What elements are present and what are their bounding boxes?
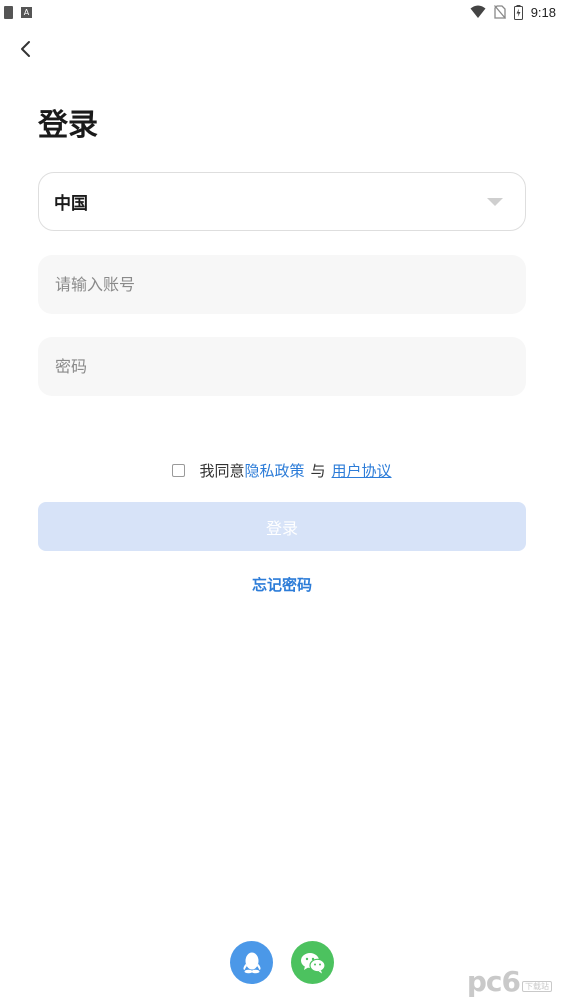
forgot-password-link[interactable]: 忘记密码 (0, 574, 564, 595)
no-sim-icon (493, 5, 506, 19)
back-button[interactable] (14, 36, 42, 64)
password-field[interactable] (38, 337, 526, 396)
agreement-row: 我同意 隐私政策 与 用户协议 (0, 460, 564, 481)
account-input[interactable] (53, 274, 511, 295)
status-bar: A 9:18 (0, 0, 564, 24)
wechat-icon (300, 952, 326, 973)
wechat-login-button[interactable] (291, 941, 334, 984)
login-button[interactable]: 登录 (38, 502, 526, 551)
watermark-logo: pc6 (466, 965, 521, 998)
country-select[interactable]: 中国 (38, 172, 526, 231)
password-input[interactable] (53, 356, 511, 377)
wifi-icon (470, 5, 486, 18)
chevron-left-icon (21, 41, 30, 57)
caret-down-icon (487, 197, 503, 206)
watermark: pc6 下载站 (467, 968, 552, 996)
agreement-checkbox[interactable] (172, 464, 186, 477)
qq-login-button[interactable] (230, 941, 273, 984)
page-title: 登录 (38, 108, 98, 143)
a-letter-icon: A (21, 6, 32, 18)
battery-charging-icon (513, 4, 523, 20)
status-time: 9:18 (530, 4, 556, 20)
status-system: 9:18 (470, 4, 556, 20)
document-icon (4, 5, 13, 19)
status-notifications: A (4, 5, 32, 19)
privacy-policy-link[interactable]: 隐私政策 (244, 460, 304, 481)
qq-penguin-icon (242, 952, 261, 973)
agreement-prefix: 我同意 (199, 462, 245, 480)
country-selected-label: 中国 (54, 194, 88, 214)
account-field[interactable] (38, 255, 526, 314)
watermark-sub: 下载站 (522, 981, 552, 992)
agreement-separator: 与 (310, 462, 326, 480)
user-agreement-link[interactable]: 用户协议 (332, 460, 392, 481)
